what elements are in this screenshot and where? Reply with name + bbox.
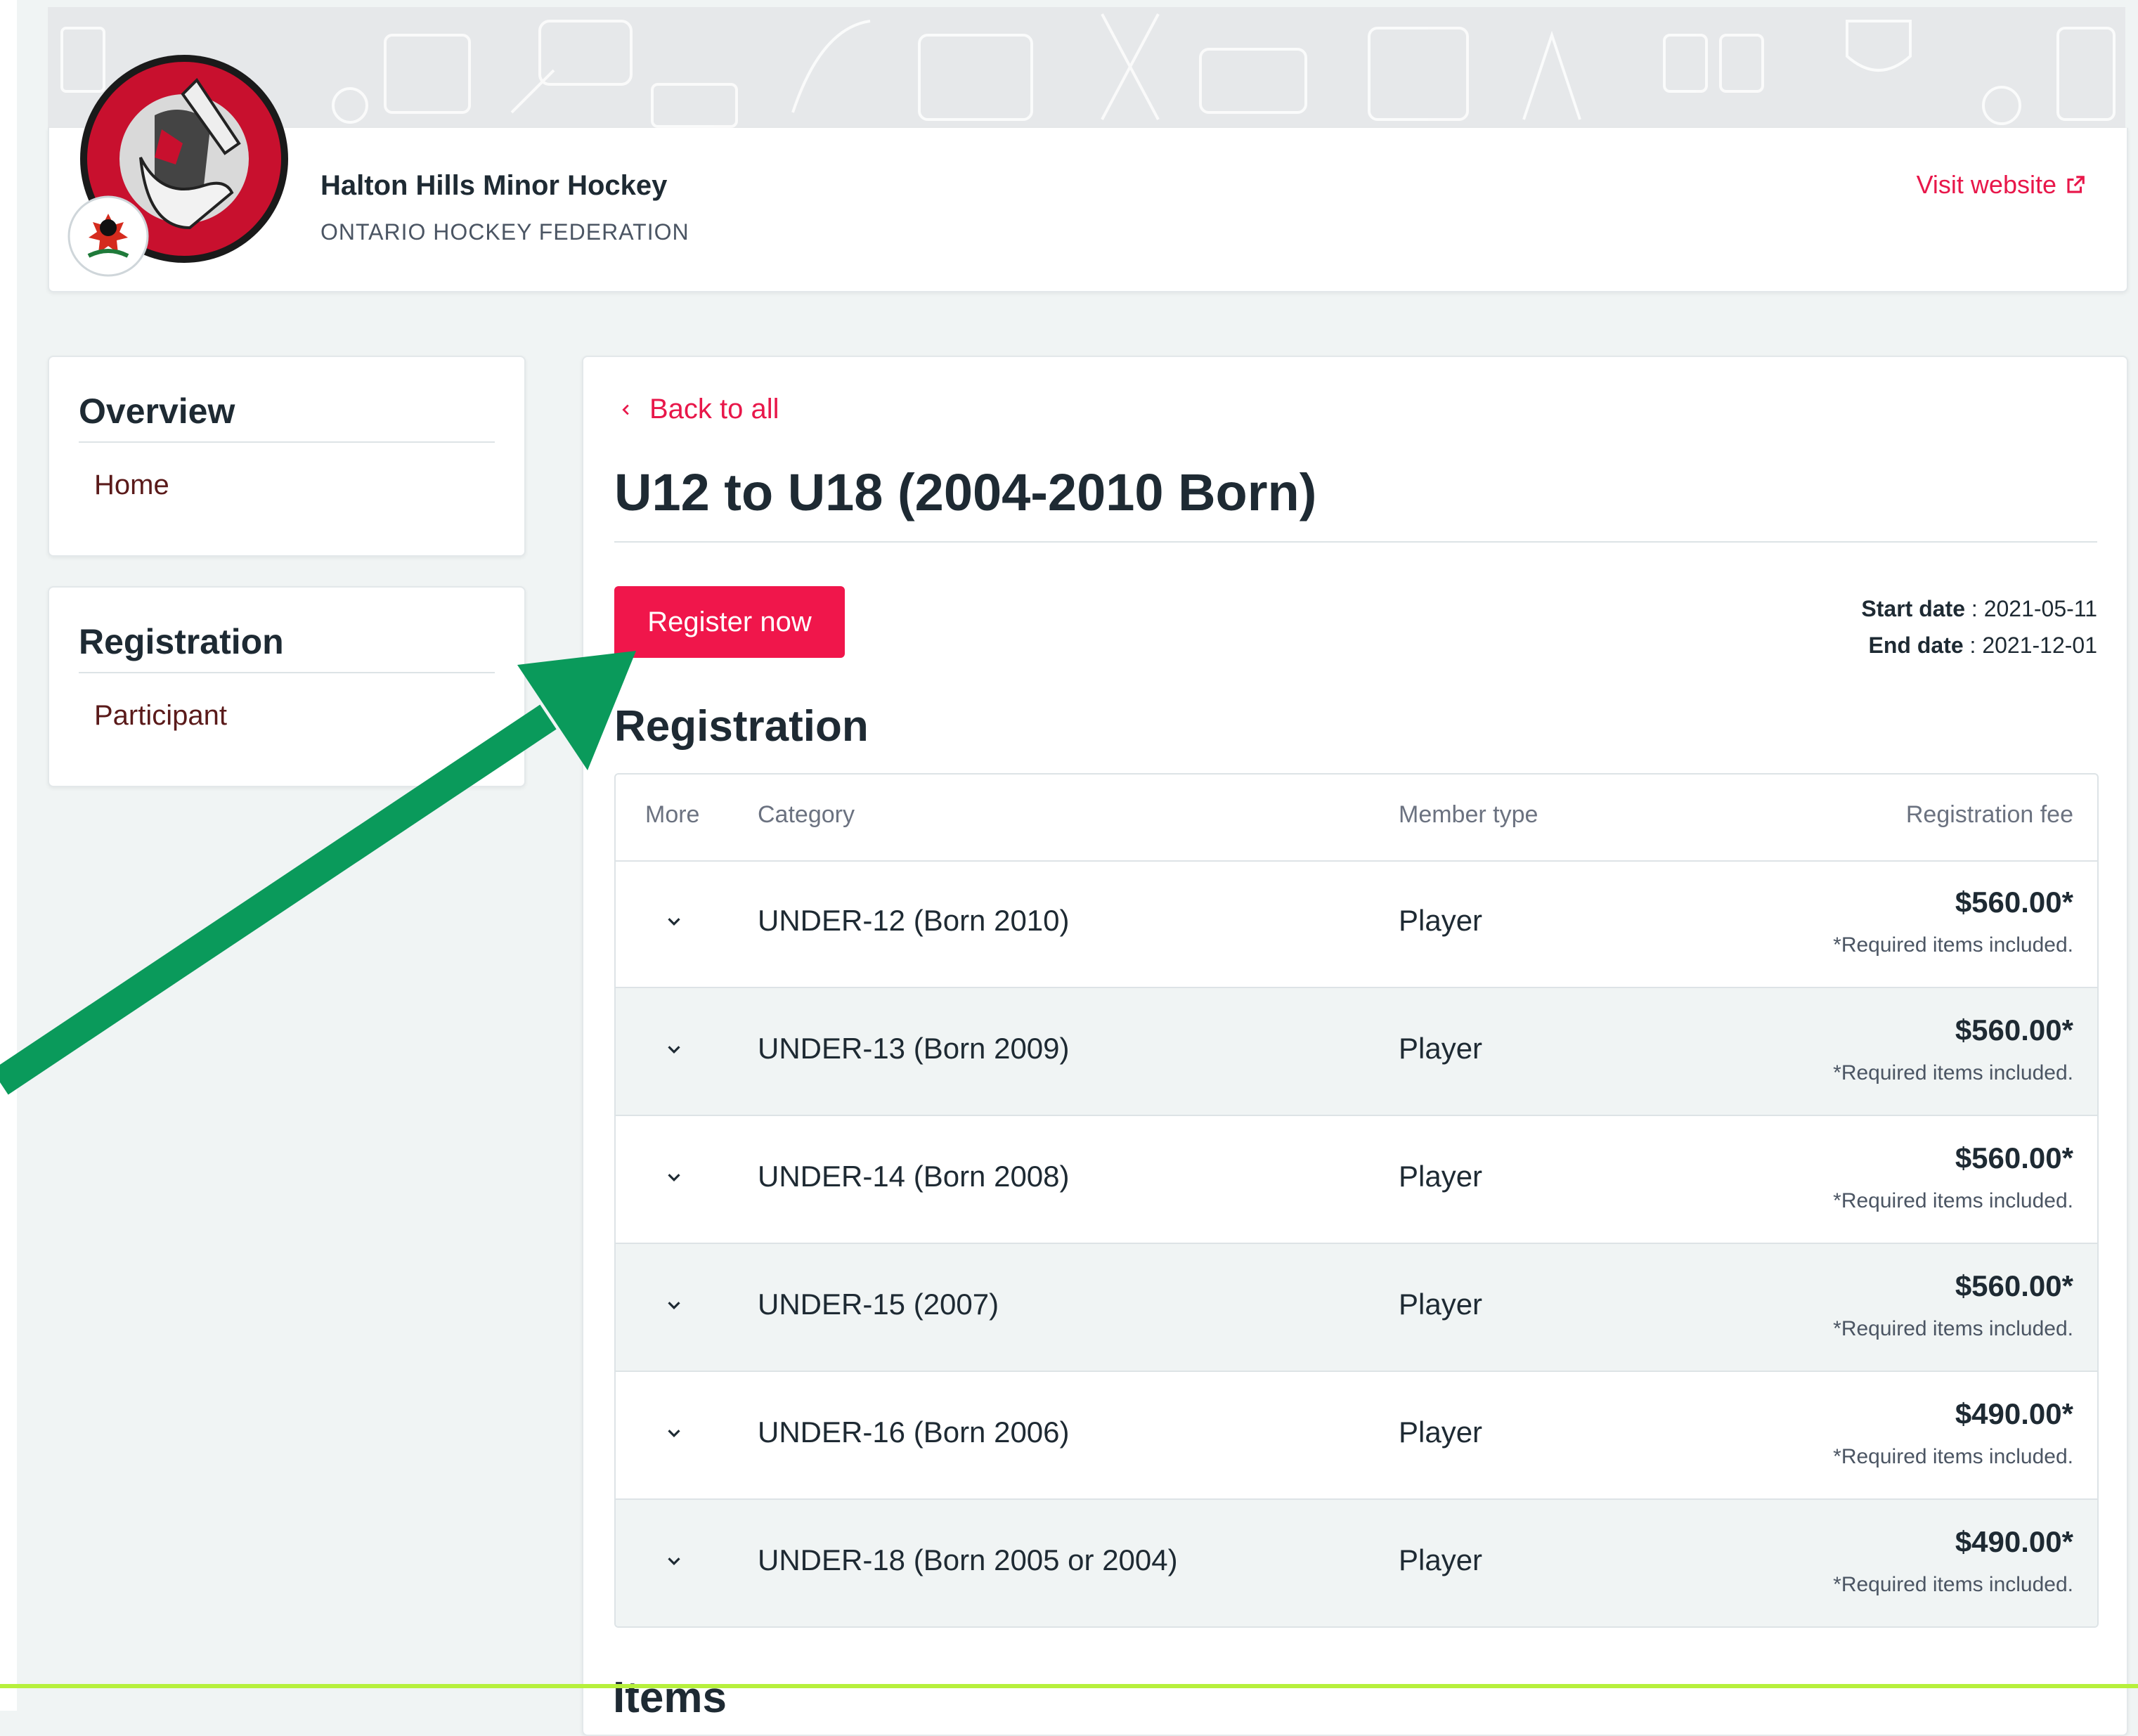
table-row: UNDER-18 (Born 2005 or 2004) Player $490… <box>616 1500 2097 1626</box>
divider <box>79 672 495 673</box>
sidebar-overview-title: Overview <box>79 391 235 431</box>
end-date-value: : 2021-12-01 <box>1969 633 2097 658</box>
row-fee-note: *Required items included. <box>1833 1573 2073 1596</box>
row-fee-note: *Required items included. <box>1833 933 2073 957</box>
row-fee-note: *Required items included. <box>1833 1189 2073 1212</box>
federation-badge <box>67 195 149 277</box>
table-row: UNDER-16 (Born 2006) Player $490.00* *Re… <box>616 1372 2097 1500</box>
divider <box>79 441 495 443</box>
row-fee: $560.00* <box>1955 1269 2073 1302</box>
chevron-down-icon[interactable] <box>663 1039 685 1060</box>
row-fee-note: *Required items included. <box>1833 1445 2073 1468</box>
back-to-all-label: Back to all <box>649 394 779 425</box>
start-date-value: : 2021-05-11 <box>1971 596 2097 621</box>
row-category: UNDER-13 (Born 2009) <box>758 1032 1070 1065</box>
header-member-type: Member type <box>1399 801 1538 828</box>
row-category: UNDER-15 (2007) <box>758 1288 999 1321</box>
row-fee: $490.00* <box>1955 1397 2073 1430</box>
main-content-card: Back to all U12 to U18 (2004-2010 Born) … <box>582 356 2128 1736</box>
back-to-all-link[interactable]: Back to all <box>618 394 779 425</box>
divider <box>614 541 2097 543</box>
row-member-type: Player <box>1399 1160 1483 1193</box>
banner-pattern <box>60 13 2116 128</box>
table-header: More Category Member type Registration f… <box>616 775 2097 862</box>
chevron-down-icon[interactable] <box>663 1295 685 1316</box>
header-more: More <box>645 801 700 828</box>
table-row: UNDER-15 (2007) Player $560.00* *Require… <box>616 1244 2097 1372</box>
row-category: UNDER-14 (Born 2008) <box>758 1160 1070 1193</box>
visit-website-label: Visit website <box>1916 170 2056 199</box>
start-date: Start date : 2021-05-11 <box>1861 590 2097 627</box>
row-member-type: Player <box>1399 1416 1483 1449</box>
header-category: Category <box>758 801 855 828</box>
table-row: UNDER-13 (Born 2009) Player $560.00* *Re… <box>616 988 2097 1116</box>
header-banner <box>48 7 2125 128</box>
date-range: Start date : 2021-05-11 End date : 2021-… <box>1861 590 2097 663</box>
row-fee: $490.00* <box>1955 1525 2073 1558</box>
chevron-down-icon[interactable] <box>663 1423 685 1444</box>
highlight-line <box>0 1684 2138 1688</box>
registration-table: More Category Member type Registration f… <box>614 773 2099 1628</box>
row-fee: $560.00* <box>1955 1141 2073 1174</box>
row-member-type: Player <box>1399 1288 1483 1321</box>
row-member-type: Player <box>1399 1032 1483 1065</box>
row-fee: $560.00* <box>1955 1013 2073 1047</box>
row-category: UNDER-18 (Born 2005 or 2004) <box>758 1543 1178 1576</box>
chevron-down-icon[interactable] <box>663 1167 685 1188</box>
chevron-down-icon[interactable] <box>663 1550 685 1572</box>
register-now-button[interactable]: Register now <box>614 586 845 658</box>
row-fee: $560.00* <box>1955 886 2073 919</box>
chevron-down-icon[interactable] <box>663 911 685 932</box>
page-margin <box>0 0 17 1711</box>
items-section-title: Items <box>613 1673 727 1722</box>
sidebar-overview-card: Overview Home <box>48 356 526 557</box>
external-link-icon <box>2067 176 2085 193</box>
sidebar-item-participant[interactable]: Participant <box>94 700 227 732</box>
end-date-label: End date <box>1868 633 1964 658</box>
sidebar-registration-title: Registration <box>79 622 284 661</box>
row-fee-note: *Required items included. <box>1833 1061 2073 1084</box>
row-category: UNDER-16 (Born 2006) <box>758 1416 1070 1449</box>
row-member-type: Player <box>1399 904 1483 937</box>
org-name: Halton Hills Minor Hockey <box>320 170 668 201</box>
row-category: UNDER-12 (Born 2010) <box>758 904 1070 937</box>
row-member-type: Player <box>1399 1543 1483 1576</box>
registration-section-title: Registration <box>614 702 869 751</box>
table-row: UNDER-14 (Born 2008) Player $560.00* *Re… <box>616 1116 2097 1244</box>
header-registration-fee: Registration fee <box>1905 801 2073 828</box>
org-federation: ONTARIO HOCKEY FEDERATION <box>320 219 689 245</box>
start-date-label: Start date <box>1861 596 1966 621</box>
sidebar-item-home[interactable]: Home <box>94 469 169 501</box>
table-row: UNDER-12 (Born 2010) Player $560.00* *Re… <box>616 860 2097 988</box>
row-fee-note: *Required items included. <box>1833 1317 2073 1340</box>
sidebar-registration-card: Registration Participant <box>48 586 526 787</box>
org-header-card: Halton Hills Minor Hockey ONTARIO HOCKEY… <box>48 128 2128 292</box>
page-title: U12 to U18 (2004-2010 Born) <box>614 463 1317 522</box>
visit-website-link[interactable]: Visit website <box>1917 170 2086 200</box>
end-date: End date : 2021-12-01 <box>1861 627 2097 663</box>
chevron-left-icon <box>622 404 629 415</box>
